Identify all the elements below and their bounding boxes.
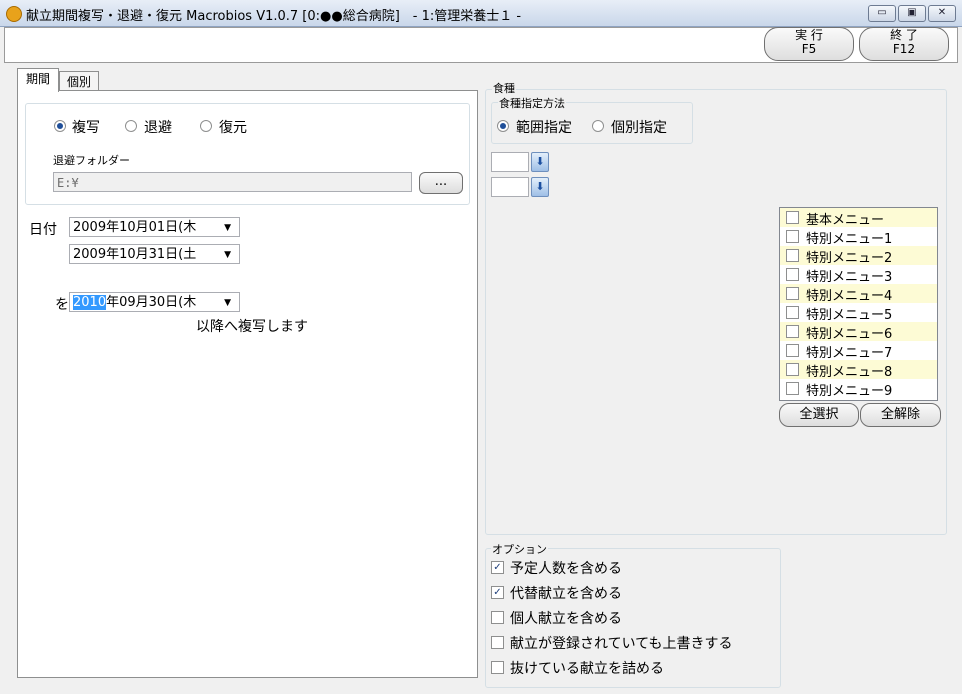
copy-radio[interactable] bbox=[54, 120, 66, 132]
run-label: 実 行 bbox=[795, 28, 823, 42]
menu-checkbox[interactable] bbox=[786, 230, 799, 243]
menu-list-item[interactable]: 特別メニュー8 bbox=[780, 360, 937, 380]
run-key: F5 bbox=[801, 42, 817, 56]
option-label: 献立が登録されていても上書きする bbox=[510, 636, 733, 652]
menu-checkbox[interactable] bbox=[786, 287, 799, 300]
menu-checkbox[interactable] bbox=[786, 306, 799, 319]
option-label: 予定人数を含める bbox=[510, 561, 622, 577]
chevron-down-icon: ▼ bbox=[224, 250, 231, 260]
menu-checkbox[interactable] bbox=[786, 325, 799, 338]
menu-list-item[interactable]: 特別メニュー9 bbox=[780, 379, 937, 399]
copy-label: 複写 bbox=[72, 120, 100, 136]
menu-item-label: 特別メニュー1 bbox=[806, 232, 893, 247]
options-group-label: オプション bbox=[491, 541, 548, 557]
tab-individual[interactable]: 個別 bbox=[59, 71, 99, 92]
menu-item-label: 特別メニュー4 bbox=[806, 289, 893, 304]
folder-label: 退避フォルダー bbox=[53, 154, 130, 167]
copy-after-text: 以降へ複写します bbox=[196, 319, 308, 335]
meal-type-to-input[interactable] bbox=[491, 177, 529, 197]
app-icon bbox=[6, 6, 22, 22]
menu-checkbox[interactable] bbox=[786, 382, 799, 395]
chevron-down-icon: ▼ bbox=[224, 298, 231, 308]
menu-item-label: 特別メニュー2 bbox=[806, 251, 893, 266]
target-date-rest: 年09月30日(木 bbox=[106, 295, 197, 310]
range-label: 範囲指定 bbox=[516, 120, 572, 136]
option-checkbox[interactable]: ✓ bbox=[491, 586, 504, 599]
option-checkbox[interactable] bbox=[491, 661, 504, 674]
select-all-button[interactable]: 全選択 bbox=[779, 403, 859, 427]
option-label: 抜けている献立を詰める bbox=[510, 661, 664, 677]
exit-label: 終 了 bbox=[890, 28, 918, 42]
target-prefix: を bbox=[55, 297, 69, 313]
backup-radio[interactable] bbox=[125, 120, 137, 132]
exit-button[interactable]: 終 了 F12 bbox=[859, 27, 949, 61]
window-title: 献立期間複写・退避・復元 Macrobios V1.0.7 [0:●●総合病院]… bbox=[26, 9, 522, 24]
individual-label: 個別指定 bbox=[611, 120, 667, 136]
menu-list-item[interactable]: 特別メニュー7 bbox=[780, 341, 937, 361]
tab-period[interactable]: 期間 bbox=[17, 68, 59, 92]
option-label: 代替献立を含める bbox=[510, 586, 622, 602]
browse-folder-button[interactable]: ... bbox=[419, 172, 463, 194]
menu-item-label: 特別メニュー8 bbox=[806, 365, 893, 380]
date-label: 日付 bbox=[29, 222, 57, 238]
menu-item-label: 特別メニュー9 bbox=[806, 384, 893, 399]
menu-checkbox[interactable] bbox=[786, 363, 799, 376]
method-group-label: 食種指定方法 bbox=[498, 95, 566, 111]
exit-key: F12 bbox=[892, 42, 916, 56]
restore-label: 復元 bbox=[219, 120, 247, 136]
option-checkbox[interactable] bbox=[491, 636, 504, 649]
arrow-down-icon[interactable]: ⬇ bbox=[531, 177, 549, 197]
date-from-value: 2009年10月01日(木 bbox=[73, 220, 197, 235]
target-year-selection: 2010 bbox=[73, 295, 107, 310]
menu-list-item[interactable]: 特別メニュー3 bbox=[780, 265, 937, 285]
date-to-picker[interactable]: 2009年10月31日(土 ▼ bbox=[69, 244, 240, 264]
menu-item-label: 特別メニュー6 bbox=[806, 327, 893, 342]
menu-list-item[interactable]: 特別メニュー5 bbox=[780, 303, 937, 323]
clear-all-button[interactable]: 全解除 bbox=[860, 403, 941, 427]
menu-list-item[interactable]: 基本メニュー bbox=[780, 208, 937, 228]
minimize-button[interactable]: ▭ bbox=[868, 5, 896, 22]
menu-checkbox[interactable] bbox=[786, 249, 799, 262]
individual-radio[interactable] bbox=[592, 120, 604, 132]
option-checkbox[interactable] bbox=[491, 611, 504, 624]
date-from-picker[interactable]: 2009年10月01日(木 ▼ bbox=[69, 217, 240, 237]
menu-list-item[interactable]: 特別メニュー4 bbox=[780, 284, 937, 304]
folder-path-input[interactable]: E:¥ bbox=[53, 172, 412, 192]
run-button[interactable]: 実 行 F5 bbox=[764, 27, 854, 61]
menu-checkbox[interactable] bbox=[786, 268, 799, 281]
menu-list-item[interactable]: 特別メニュー2 bbox=[780, 246, 937, 266]
menu-item-label: 特別メニュー7 bbox=[806, 346, 893, 361]
range-radio[interactable] bbox=[497, 120, 509, 132]
close-button[interactable]: ✕ bbox=[928, 5, 956, 22]
option-checkbox[interactable]: ✓ bbox=[491, 561, 504, 574]
arrow-down-icon[interactable]: ⬇ bbox=[531, 152, 549, 172]
meal-type-group-label: 食種 bbox=[492, 80, 516, 96]
backup-label: 退避 bbox=[144, 120, 172, 136]
menu-list-item[interactable]: 特別メニュー6 bbox=[780, 322, 937, 342]
menu-item-label: 特別メニュー3 bbox=[806, 270, 893, 285]
menu-item-label: 特別メニュー5 bbox=[806, 308, 893, 323]
chevron-down-icon: ▼ bbox=[224, 223, 231, 233]
menu-checklist[interactable]: 基本メニュー 特別メニュー1 特別メニュー2 特別メニュー3 特別メニュー4 特別メニュー… bbox=[779, 207, 938, 401]
maximize-button[interactable]: ▣ bbox=[898, 5, 926, 22]
option-label: 個人献立を含める bbox=[510, 611, 622, 627]
menu-checkbox[interactable] bbox=[786, 211, 799, 224]
date-to-value: 2009年10月31日(土 bbox=[73, 247, 197, 262]
menu-checkbox[interactable] bbox=[786, 344, 799, 357]
restore-radio[interactable] bbox=[200, 120, 212, 132]
target-date-picker[interactable]: 2010年09月30日(木 ▼ bbox=[69, 292, 240, 312]
menu-item-label: 基本メニュー bbox=[806, 213, 885, 228]
menu-list-item[interactable]: 特別メニュー1 bbox=[780, 227, 937, 247]
meal-type-from-input[interactable] bbox=[491, 152, 529, 172]
